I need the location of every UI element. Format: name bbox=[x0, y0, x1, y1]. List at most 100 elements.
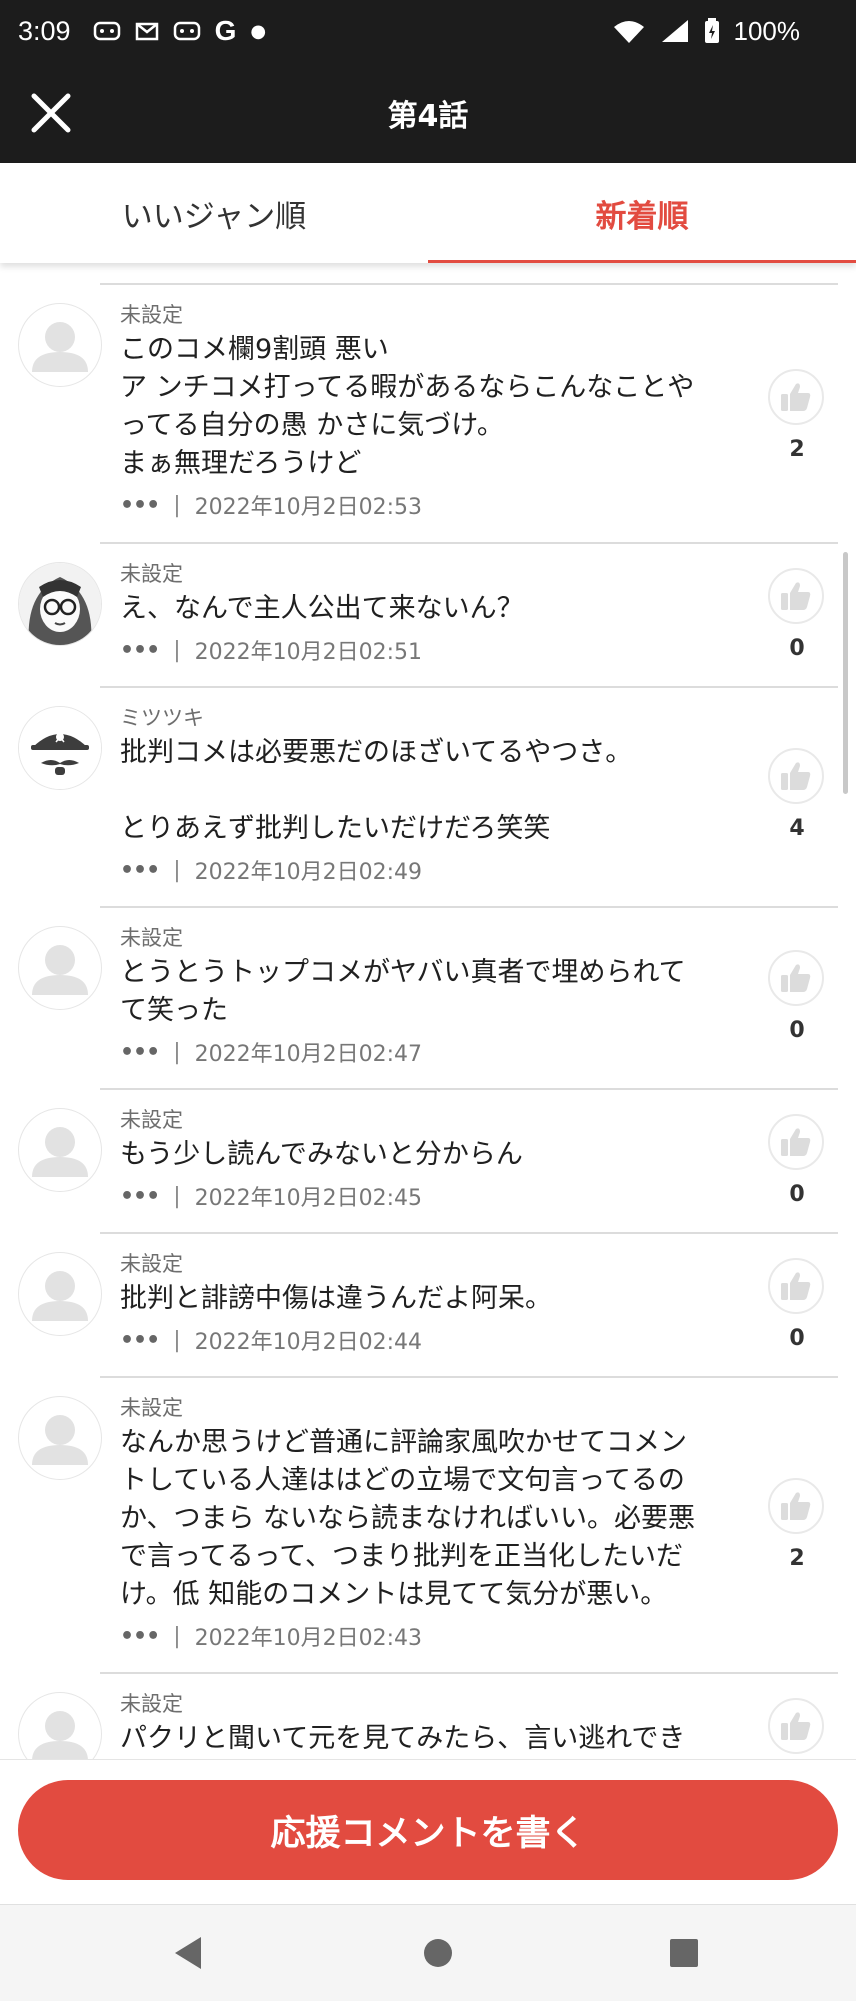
comment-username: 未設定 bbox=[120, 926, 183, 950]
like-button[interactable]: 0 bbox=[768, 568, 826, 661]
avatar[interactable] bbox=[18, 1396, 102, 1480]
comment-meta: ••• | 2022年10月2日02:53 bbox=[120, 489, 736, 521]
more-options-button[interactable]: ••• bbox=[120, 1624, 160, 1649]
more-options-button[interactable]: ••• bbox=[120, 1328, 160, 1353]
avatar[interactable] bbox=[18, 303, 102, 387]
comment-date: 2022年10月2日02:43 bbox=[194, 1626, 422, 1651]
avatar[interactable] bbox=[18, 926, 102, 1010]
system-nav-bar bbox=[0, 1904, 856, 2001]
battery-icon bbox=[704, 18, 719, 43]
comment-meta: ••• | 2022年10月2日02:43 bbox=[120, 1620, 736, 1652]
sort-tabs: いいジャン順 新着順 bbox=[0, 163, 856, 263]
comment-meta: ••• | 2022年10月2日02:51 bbox=[120, 634, 736, 666]
comment-item: 未設定 え、なんで主人公出て来ないん？ ••• | 2022年10月2日02:5… bbox=[0, 542, 856, 686]
avatar[interactable] bbox=[18, 1108, 102, 1192]
google-icon: G bbox=[214, 15, 237, 46]
page-title: 第4話 bbox=[387, 98, 469, 134]
comment-username: 未設定 bbox=[120, 1692, 183, 1716]
meta-separator: | bbox=[173, 1623, 181, 1649]
dot-icon: ● bbox=[250, 20, 267, 42]
comment-meta: ••• | 2022年10月2日02:44 bbox=[120, 1324, 736, 1356]
comment-item: 未設定 もう少し読んでみないと分からん ••• | 2022年10月2日02:4… bbox=[0, 1088, 856, 1232]
avatar[interactable] bbox=[18, 562, 102, 646]
recents-square-icon bbox=[670, 1939, 698, 1967]
more-options-button[interactable]: ••• bbox=[120, 1040, 160, 1065]
comment-text: え、なんで主人公出て来ないん？ bbox=[120, 593, 524, 624]
like-count: 0 bbox=[789, 1018, 805, 1043]
mail-icon bbox=[135, 22, 158, 41]
like-button[interactable]: 2 bbox=[768, 1478, 826, 1571]
comment-username: 未設定 bbox=[120, 1396, 183, 1420]
comment-text: とうとうトップコメがヤバい真者で埋められて て笑った bbox=[120, 957, 686, 1026]
comment-username: 未設定 bbox=[120, 1252, 183, 1276]
comment-item: 未設定 パクリと聞いて元を見てみたら、言い逃れでき bbox=[0, 1672, 856, 1759]
comment-item: 未設定 批判と誹謗中傷は違うんだよ阿呆。 ••• | 2022年10月2日02:… bbox=[0, 1232, 856, 1376]
comment-item: ミツツキ 批判コメは必要悪だのほざいてるやつさ。 とりあえず批判したいだけだろ笑… bbox=[0, 686, 856, 906]
nav-home-button[interactable] bbox=[412, 1927, 464, 1979]
like-button[interactable]: 4 bbox=[768, 748, 826, 841]
comment-username: 未設定 bbox=[120, 1108, 183, 1132]
comment-meta: ••• | 2022年10月2日02:47 bbox=[120, 1036, 736, 1068]
nav-back-button[interactable] bbox=[162, 1927, 214, 1979]
more-options-button[interactable]: ••• bbox=[120, 858, 160, 883]
meta-separator: | bbox=[173, 1183, 181, 1209]
comment-meta: ••• | 2022年10月2日02:49 bbox=[120, 854, 736, 886]
like-button[interactable]: 0 bbox=[768, 950, 826, 1043]
comment-text: パクリと聞いて元を見てみたら、言い逃れでき bbox=[120, 1723, 686, 1754]
close-button[interactable] bbox=[22, 84, 80, 142]
status-right: 100% bbox=[612, 0, 801, 62]
like-count: 4 bbox=[789, 816, 805, 841]
status-time: 3:09 bbox=[18, 15, 71, 46]
write-comment-button[interactable]: 応援コメントを書く bbox=[18, 1780, 838, 1880]
thumbs-up-icon bbox=[768, 568, 824, 624]
divider bbox=[100, 1232, 838, 1234]
more-options-button[interactable]: ••• bbox=[120, 1184, 160, 1209]
nav-recents-button[interactable] bbox=[658, 1927, 710, 1979]
game-icon bbox=[173, 21, 200, 41]
avatar[interactable] bbox=[18, 706, 102, 790]
comment-username: ミツツキ bbox=[120, 706, 204, 730]
divider bbox=[100, 1376, 838, 1378]
comment-meta: ••• | 2022年10月2日02:45 bbox=[120, 1180, 736, 1212]
tab-newest[interactable]: 新着順 bbox=[428, 163, 856, 263]
thumbs-up-icon bbox=[768, 1698, 824, 1754]
divider bbox=[100, 542, 838, 544]
thumbs-up-icon bbox=[768, 1258, 824, 1314]
comment-username: 未設定 bbox=[120, 562, 183, 586]
thumbs-up-icon bbox=[768, 1114, 824, 1170]
more-options-button[interactable]: ••• bbox=[120, 493, 160, 518]
write-comment-area: 応援コメントを書く bbox=[0, 1759, 856, 1905]
like-button[interactable]: 0 bbox=[768, 1258, 826, 1351]
like-button[interactable]: 0 bbox=[768, 1114, 826, 1207]
comment-date: 2022年10月2日02:49 bbox=[194, 860, 422, 885]
tab-popular[interactable]: いいジャン順 bbox=[0, 163, 428, 263]
back-triangle-icon bbox=[175, 1937, 201, 1969]
like-button[interactable] bbox=[768, 1698, 826, 1754]
comment-username: 未設定 bbox=[120, 303, 183, 327]
divider bbox=[100, 906, 838, 908]
comment-item: 未設定 なんか思うけど普通に評論家風吹かせてコメン トしている人達ははどの立場で… bbox=[0, 1376, 856, 1672]
battery-percent: 100% bbox=[733, 15, 801, 46]
like-button[interactable]: 2 bbox=[768, 369, 826, 462]
thumbs-up-icon bbox=[768, 950, 824, 1006]
wifi-icon bbox=[613, 21, 644, 43]
like-count: 0 bbox=[789, 1326, 805, 1351]
avatar[interactable] bbox=[18, 1692, 102, 1759]
thumbs-up-icon bbox=[768, 369, 824, 425]
comment-date: 2022年10月2日02:44 bbox=[194, 1330, 422, 1355]
divider bbox=[100, 1088, 838, 1090]
comment-date: 2022年10月2日02:45 bbox=[194, 1186, 422, 1211]
scrollbar[interactable] bbox=[843, 552, 848, 794]
comment-date: 2022年10月2日02:53 bbox=[194, 495, 422, 520]
avatar[interactable] bbox=[18, 1252, 102, 1336]
comment-list[interactable]: 未設定 このコメ欄9割頭 悪い ア ンチコメ打ってる暇があるならこんなことや っ… bbox=[0, 283, 856, 1759]
more-options-button[interactable]: ••• bbox=[120, 638, 160, 663]
comment-date: 2022年10月2日02:47 bbox=[194, 1042, 422, 1067]
divider bbox=[100, 1672, 838, 1674]
notification-icons: G ● bbox=[93, 15, 267, 47]
comment-text: 批判コメは必要悪だのほざいてるやつさ。 とりあえず批判したいだけだろ笑笑 bbox=[120, 737, 633, 844]
meta-separator: | bbox=[173, 857, 181, 883]
meta-separator: | bbox=[173, 492, 181, 518]
comment-text: このコメ欄9割頭 悪い ア ンチコメ打ってる暇があるならこんなことや ってる自分… bbox=[120, 334, 695, 479]
meta-separator: | bbox=[173, 637, 181, 663]
